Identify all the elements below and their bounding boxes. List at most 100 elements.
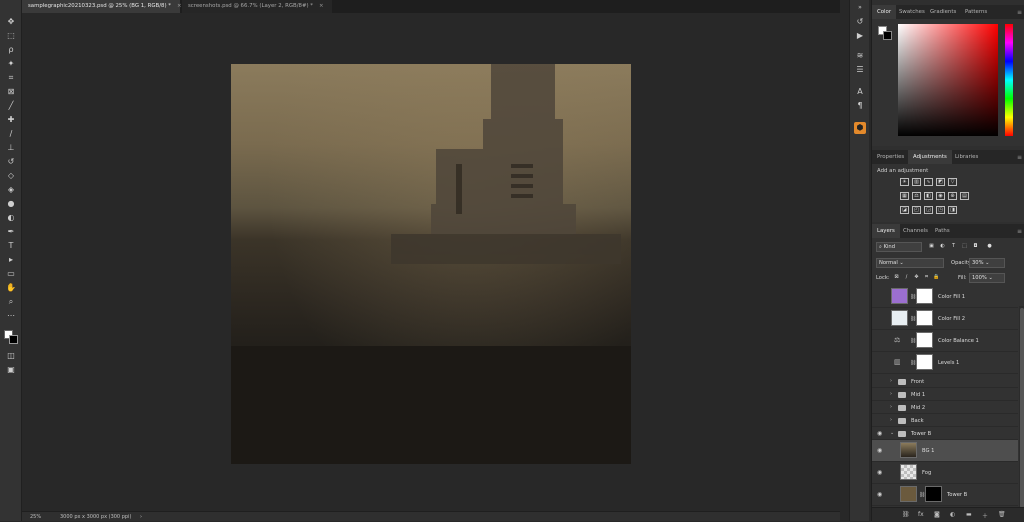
paint-bucket-tool-icon[interactable]: ◈	[3, 184, 19, 196]
levels-icon[interactable]: ▥	[912, 178, 921, 186]
lock-paint-icon[interactable]: ∕	[902, 274, 911, 282]
tab-gradients[interactable]: Gradients	[925, 5, 961, 19]
3d-cube-icon[interactable]: ⬢	[854, 122, 866, 134]
visibility-eye-icon[interactable]: ◉	[877, 447, 885, 455]
visibility-eye-icon[interactable]: ◉	[877, 430, 885, 438]
eraser-tool-icon[interactable]: ◇	[3, 170, 19, 182]
panel-menu-icon[interactable]: ≡	[1017, 9, 1022, 16]
panel-menu-icon[interactable]: ≡	[1017, 154, 1022, 161]
selective-color-icon[interactable]: ◳	[936, 206, 945, 214]
tab-channels[interactable]: Channels	[898, 224, 933, 238]
brightness-icon[interactable]: ☀	[900, 178, 909, 186]
blend-mode-select[interactable]: Normal ⌄	[876, 258, 944, 268]
exposure-icon[interactable]: ◩	[936, 178, 945, 186]
visibility-eye-icon[interactable]: ◉	[877, 469, 885, 477]
filter-adjustment-icon[interactable]: ◐	[938, 243, 947, 251]
tab-adjustments[interactable]: Adjustments	[908, 150, 952, 164]
paragraph-icon[interactable]: ¶	[854, 100, 866, 112]
quick-mask-icon[interactable]: ◫	[3, 350, 19, 362]
document-workspace[interactable]	[22, 13, 840, 511]
layer-filter-select[interactable]: ⌕ Kind	[876, 242, 922, 252]
layers-scrollbar[interactable]	[1019, 306, 1024, 521]
threshold-icon[interactable]: ◲	[924, 206, 933, 214]
expand-arrow-icon[interactable]: ›	[890, 417, 892, 423]
properties-sliders-icon[interactable]: ☰	[854, 64, 866, 76]
gradient-map-icon[interactable]: ▽	[948, 178, 957, 186]
filter-toggle-icon[interactable]: ●	[985, 243, 994, 251]
filter-smart-object-icon[interactable]: ◘	[971, 243, 980, 251]
history-brush-tool-icon[interactable]: ↺	[3, 156, 19, 168]
history-icon[interactable]: ↺	[854, 16, 866, 28]
tab-layers[interactable]: Layers	[872, 224, 900, 238]
dodge-tool-icon[interactable]: ◐	[3, 212, 19, 224]
link-layers-icon[interactable]: ⛓	[902, 511, 910, 518]
add-mask-icon[interactable]: ◙	[934, 511, 940, 518]
layer-row-mid-2[interactable]: › Mid 2	[872, 401, 1018, 414]
brush-settings-icon[interactable]: ≋	[854, 50, 866, 62]
layer-row-bg-1[interactable]: ◉ BG 1	[872, 440, 1018, 462]
delete-layer-icon[interactable]: 🗑	[998, 511, 1006, 518]
layer-row-color-balance-1[interactable]: ⚖ ⛓ Color Balance 1	[872, 330, 1018, 352]
pen-tool-icon[interactable]: ✒	[3, 226, 19, 238]
actions-icon[interactable]: ▶	[854, 30, 866, 42]
document-canvas[interactable]	[231, 64, 631, 464]
layer-row-back[interactable]: › Back	[872, 414, 1018, 427]
layer-row-front[interactable]: › Front	[872, 375, 1018, 388]
hue-saturation-icon[interactable]: ⚖	[912, 192, 921, 200]
new-layer-icon[interactable]: ＋	[982, 511, 988, 520]
scrollbar-thumb[interactable]	[1020, 308, 1024, 508]
filter-pixel-icon[interactable]: ▣	[927, 243, 936, 251]
expand-arrow-icon[interactable]: ›	[890, 378, 892, 384]
expand-arrow-icon[interactable]: ›	[890, 391, 892, 397]
lasso-tool-icon[interactable]: ρ	[3, 44, 19, 56]
tab-color[interactable]: Color	[872, 5, 897, 19]
black-white-icon[interactable]: ◉	[936, 192, 945, 200]
expand-arrow-icon[interactable]: ›	[890, 404, 892, 410]
tab-samplegraphic[interactable]: samplegraphic20210323.psd @ 25% (BG 1, R…	[22, 0, 182, 13]
tab-libraries[interactable]: Libraries	[950, 150, 983, 164]
layer-row-tower-b[interactable]: ◉ ⛓ Tower B	[872, 484, 1018, 506]
background-color-swatch[interactable]	[9, 335, 18, 344]
path-selection-tool-icon[interactable]: ▸	[3, 254, 19, 266]
tab-paths[interactable]: Paths	[930, 224, 955, 238]
brush-tool-icon[interactable]: ∕	[3, 128, 19, 140]
vibrance-icon[interactable]: ▦	[900, 192, 909, 200]
layer-row-color-fill-1[interactable]: ⛓ Color Fill 1	[872, 286, 1018, 308]
layer-row-color-fill-2[interactable]: ⛓ Color Fill 2	[872, 308, 1018, 330]
type-tool-icon[interactable]: T	[3, 240, 19, 252]
crop-tool-icon[interactable]: ⌗	[3, 72, 19, 84]
lock-all-icon[interactable]: 🔒	[932, 274, 941, 282]
zoom-tool-icon[interactable]: ⌕	[3, 296, 19, 308]
frame-tool-icon[interactable]: ⊠	[3, 86, 19, 98]
more-tools-icon[interactable]: ⋯	[3, 310, 19, 322]
tab-patterns[interactable]: Patterns	[960, 5, 992, 19]
hue-slider[interactable]	[1005, 24, 1013, 136]
screen-mode-icon[interactable]: ▣	[3, 364, 19, 376]
lock-move-icon[interactable]: ✥	[912, 274, 921, 282]
new-group-icon[interactable]: ▬	[966, 511, 972, 518]
lock-artboard-icon[interactable]: ⌗	[922, 274, 931, 282]
invert-icon[interactable]: ◪	[900, 206, 909, 214]
layer-style-fx-icon[interactable]: fx	[918, 511, 924, 518]
color-saturation-field[interactable]	[898, 24, 998, 136]
layer-row-levels-1[interactable]: ▥ ⛓ Levels 1	[872, 352, 1018, 374]
tab-screenshots[interactable]: screenshots.psd @ 66.7% (Layer 2, RGB/8#…	[182, 0, 332, 13]
lock-transparent-icon[interactable]: ⊠	[892, 274, 901, 282]
tab-properties[interactable]: Properties	[872, 150, 909, 164]
color-balance-icon[interactable]: ◧	[924, 192, 933, 200]
healing-brush-tool-icon[interactable]: ✚	[3, 114, 19, 126]
shape-tool-icon[interactable]: ▭	[3, 268, 19, 280]
panel-menu-icon[interactable]: ≡	[1017, 228, 1022, 235]
marquee-tool-icon[interactable]: ⬚	[3, 30, 19, 42]
color-bg-swatch[interactable]	[883, 31, 892, 40]
hand-tool-icon[interactable]: ✋	[3, 282, 19, 294]
filter-shape-icon[interactable]: ⬚	[960, 243, 969, 251]
collapse-icon[interactable]: »	[854, 2, 866, 14]
close-icon[interactable]: ×	[177, 3, 182, 9]
eyedropper-tool-icon[interactable]: ╱	[3, 100, 19, 112]
new-adjustment-icon[interactable]: ◐	[950, 511, 955, 518]
layer-row-tower-b-group[interactable]: ◉ ⌄ Tower B	[872, 427, 1018, 440]
fill-field[interactable]: 100% ⌄	[969, 273, 1005, 283]
move-tool-icon[interactable]: ✥	[3, 16, 19, 28]
gradient-icon[interactable]: ◨	[948, 206, 957, 214]
